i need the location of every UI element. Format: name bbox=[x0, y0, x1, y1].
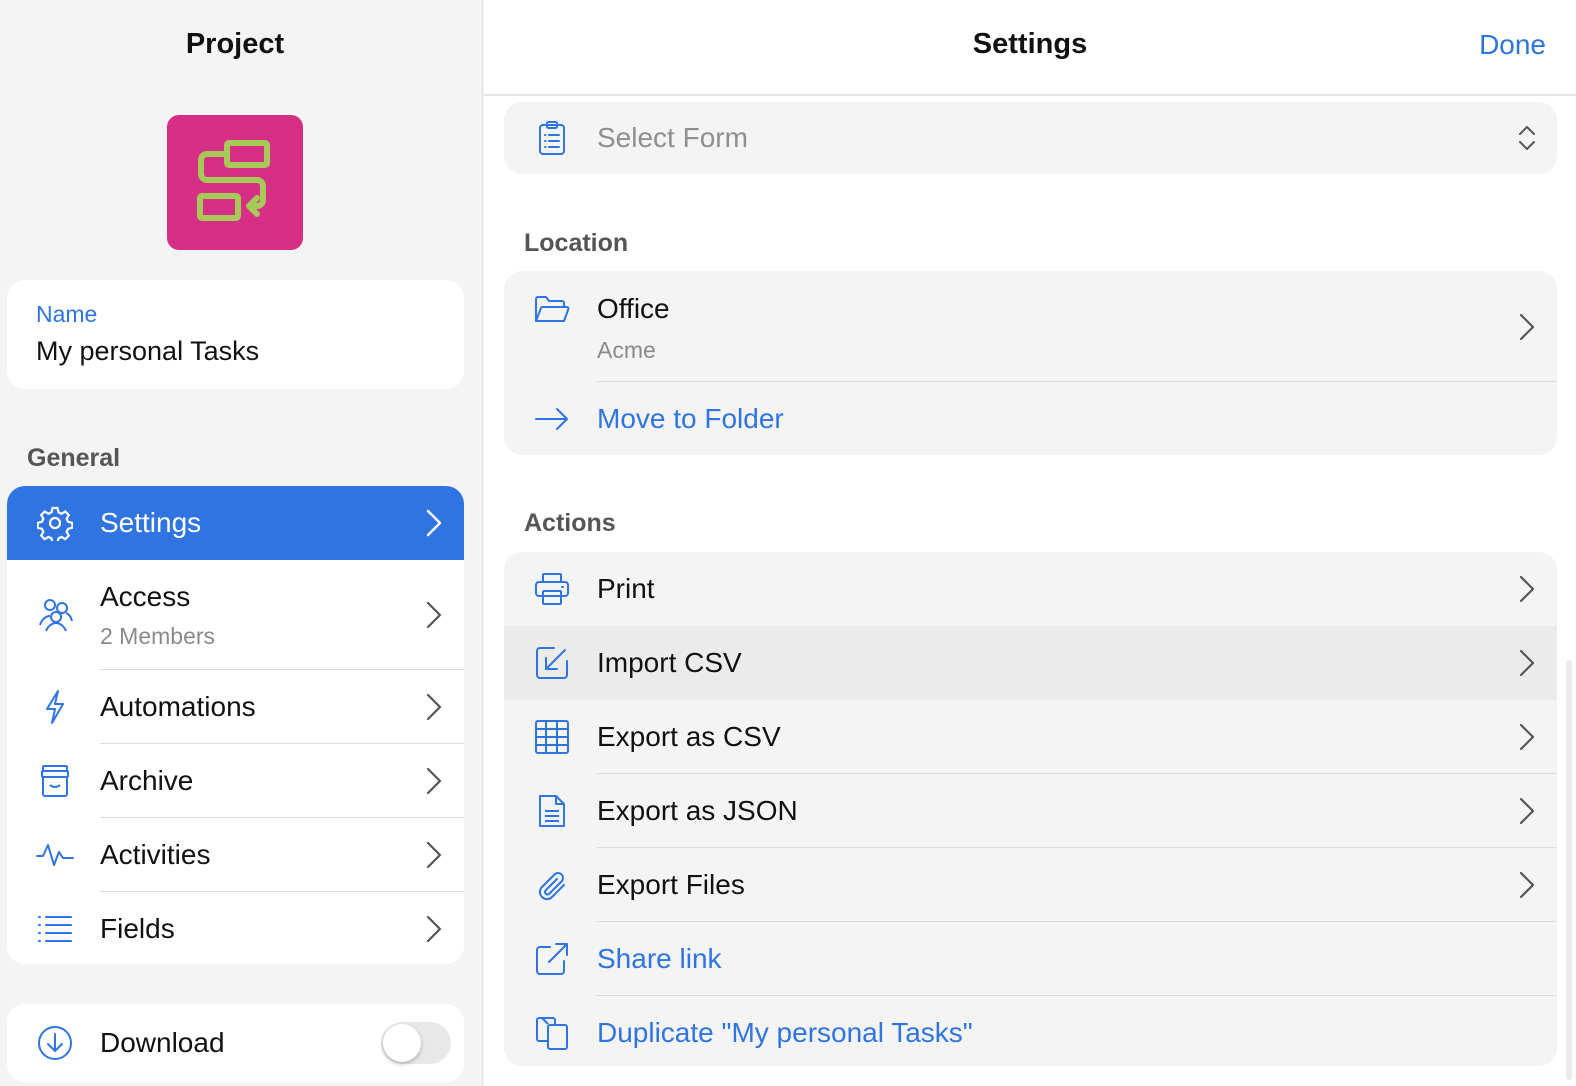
share-external-icon bbox=[533, 940, 571, 978]
table-icon bbox=[533, 718, 571, 756]
actions-card: Print Import CSV Export as CSV Export as… bbox=[504, 552, 1557, 1066]
chevron-right-icon bbox=[426, 693, 442, 721]
list-icon bbox=[36, 910, 74, 948]
chevron-right-icon bbox=[1519, 723, 1535, 751]
chevron-right-icon bbox=[426, 509, 442, 537]
name-field-label: Name bbox=[36, 301, 98, 327]
form-select[interactable]: Select Form bbox=[504, 102, 1557, 174]
clipboard-list-icon bbox=[533, 119, 571, 157]
location-folder-name: Office bbox=[597, 293, 670, 324]
sidebar-item-label: Archive bbox=[100, 765, 194, 796]
action-label: Share link bbox=[597, 943, 722, 974]
action-label: Export as CSV bbox=[597, 721, 781, 752]
chevron-right-icon bbox=[426, 841, 442, 869]
printer-icon bbox=[533, 570, 571, 608]
sidebar-item-access[interactable]: Access 2 Members bbox=[7, 560, 464, 670]
action-import-csv[interactable]: Import CSV bbox=[504, 626, 1557, 700]
sidebar-item-label: Automations bbox=[100, 691, 256, 722]
paperclip-icon bbox=[533, 866, 571, 904]
location-section-header: Location bbox=[524, 229, 629, 257]
gear-icon bbox=[36, 504, 74, 542]
archive-box-icon bbox=[36, 762, 74, 800]
page-title: Settings bbox=[972, 28, 1088, 60]
project-name-card[interactable]: Name My personal Tasks bbox=[7, 280, 464, 389]
chevron-right-icon bbox=[1519, 313, 1535, 340]
download-circle-icon bbox=[38, 1026, 72, 1060]
chevron-up-down-icon bbox=[1519, 126, 1535, 150]
move-to-folder-row[interactable]: Move to Folder bbox=[504, 382, 1557, 455]
location-workspace-name: Acme bbox=[597, 337, 656, 363]
folder-icon bbox=[533, 291, 571, 329]
action-print[interactable]: Print bbox=[504, 552, 1557, 626]
people-icon bbox=[36, 596, 74, 634]
download-toggle[interactable] bbox=[381, 1022, 451, 1064]
project-name-value[interactable]: My personal Tasks bbox=[36, 336, 435, 367]
sidebar-item-fields[interactable]: Fields bbox=[7, 892, 464, 964]
done-button[interactable]: Done bbox=[1479, 29, 1546, 61]
project-app-icon[interactable] bbox=[167, 115, 303, 250]
document-icon bbox=[533, 792, 571, 830]
sidebar-item-activities[interactable]: Activities bbox=[7, 818, 464, 892]
members-count: 2 Members bbox=[100, 622, 216, 649]
download-row: Download bbox=[7, 1004, 464, 1082]
sidebar-item-automations[interactable]: Automations bbox=[7, 670, 464, 744]
workflow-icon bbox=[197, 139, 270, 221]
action-label: Import CSV bbox=[597, 647, 742, 678]
sidebar-item-label: Fields bbox=[100, 913, 175, 944]
chevron-right-icon bbox=[426, 601, 442, 629]
actions-section-header: Actions bbox=[524, 509, 616, 537]
sidebar-item-settings[interactable]: Settings bbox=[7, 486, 464, 560]
action-label: Export Files bbox=[597, 869, 745, 900]
chevron-right-icon bbox=[426, 767, 442, 795]
sidebar-item-label: Activities bbox=[100, 839, 211, 870]
sidebar-item-archive[interactable]: Archive bbox=[7, 744, 464, 818]
arrow-right-icon bbox=[533, 400, 571, 438]
action-label: Export as JSON bbox=[597, 795, 798, 826]
chevron-right-icon bbox=[1519, 797, 1535, 825]
chevron-right-icon bbox=[426, 915, 442, 943]
general-nav-list: Settings Access 2 Members Automations Ar… bbox=[7, 486, 464, 964]
duplicate-icon bbox=[533, 1014, 571, 1052]
toggle-knob bbox=[383, 1024, 421, 1062]
bolt-icon bbox=[36, 688, 74, 726]
action-export-csv[interactable]: Export as CSV bbox=[504, 700, 1557, 774]
sidebar-title: Project bbox=[185, 28, 285, 60]
chevron-right-icon bbox=[1519, 871, 1535, 899]
action-label: Duplicate "My personal Tasks" bbox=[597, 1017, 973, 1048]
form-select-placeholder: Select Form bbox=[597, 122, 748, 153]
sidebar-item-label: Access bbox=[100, 580, 191, 612]
settings-navbar: Settings Done bbox=[484, 0, 1576, 96]
location-card: Office Acme Move to Folder bbox=[504, 271, 1557, 455]
scrollbar[interactable] bbox=[1566, 660, 1572, 1080]
location-folder-row[interactable]: Office Acme bbox=[504, 271, 1557, 382]
pulse-icon bbox=[36, 836, 74, 874]
import-icon bbox=[533, 644, 571, 682]
move-to-folder-label: Move to Folder bbox=[597, 402, 784, 434]
action-share-link[interactable]: Share link bbox=[504, 922, 1557, 996]
chevron-right-icon bbox=[1519, 649, 1535, 677]
action-export-json[interactable]: Export as JSON bbox=[504, 774, 1557, 848]
download-label: Download bbox=[100, 1027, 225, 1058]
general-section-header: General bbox=[27, 444, 121, 472]
chevron-right-icon bbox=[1519, 575, 1535, 603]
action-label: Print bbox=[597, 573, 655, 604]
action-export-files[interactable]: Export Files bbox=[504, 848, 1557, 922]
action-duplicate[interactable]: Duplicate "My personal Tasks" bbox=[504, 996, 1557, 1066]
project-sidebar: Project Name My personal Tasks General S… bbox=[0, 0, 483, 1086]
sidebar-item-label: Settings bbox=[100, 507, 202, 538]
settings-pane: Settings Done Select Form Location Offic… bbox=[484, 0, 1576, 1086]
